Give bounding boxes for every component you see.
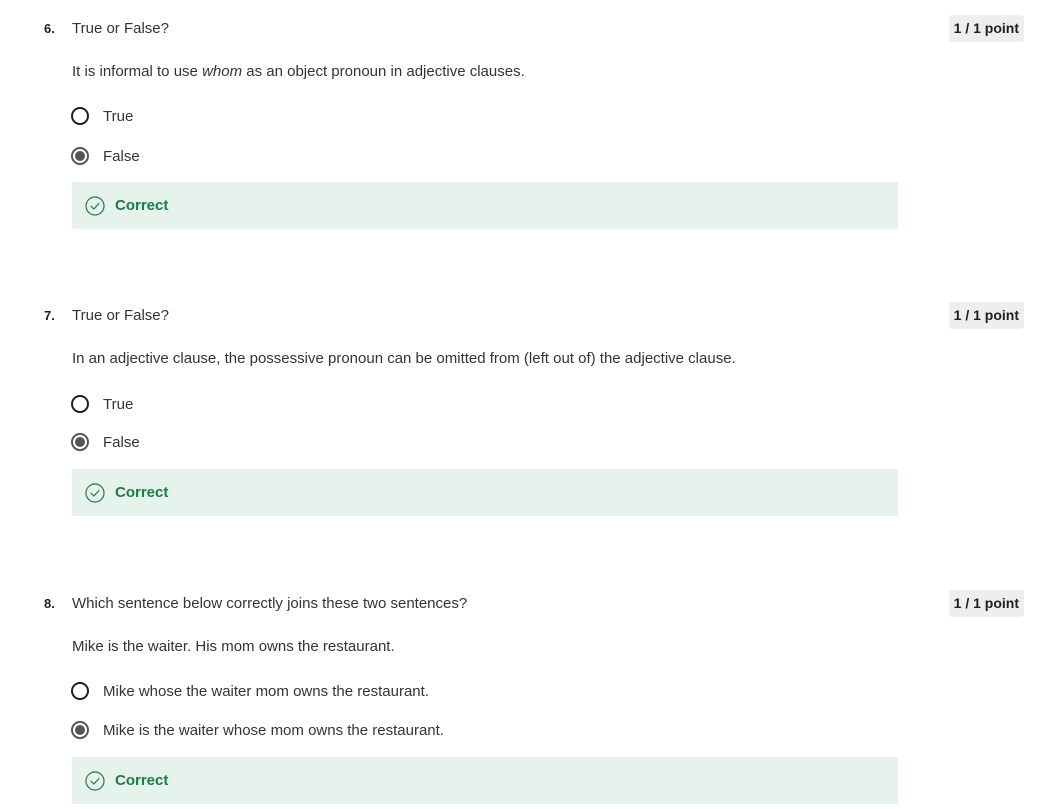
question-number: 8. xyxy=(44,596,55,611)
option-true[interactable]: True xyxy=(71,105,133,127)
quiz-results-page: 6. True or False? 1 / 1 point It is info… xyxy=(0,0,1054,809)
feedback-correct: Correct xyxy=(72,182,898,229)
check-circle-icon xyxy=(85,770,105,791)
question-prompt: Mike is the waiter. His mom owns the res… xyxy=(72,638,395,655)
radio-unchecked-icon[interactable] xyxy=(71,107,89,125)
option-label: False xyxy=(103,147,140,165)
option-label: True xyxy=(103,107,134,125)
question-number: 7. xyxy=(44,308,55,323)
feedback-correct: Correct xyxy=(72,469,898,516)
option-true[interactable]: True xyxy=(71,393,133,415)
radio-checked-icon[interactable] xyxy=(71,433,89,451)
points-badge: 1 / 1 point xyxy=(948,590,1024,617)
radio-unchecked-icon[interactable] xyxy=(71,682,89,700)
option-false[interactable]: False xyxy=(71,431,140,453)
option-label: Mike whose the waiter mom owns the resta… xyxy=(103,682,429,700)
feedback-text: Correct xyxy=(115,197,169,214)
prompt-text-before: It is informal to use xyxy=(72,63,203,80)
question-title: Which sentence below correctly joins the… xyxy=(72,595,468,612)
option-label: True xyxy=(103,395,134,413)
question-title: True or False? xyxy=(72,20,169,37)
feedback-text: Correct xyxy=(115,484,169,501)
check-circle-icon xyxy=(85,195,105,216)
question-number: 6. xyxy=(44,21,55,36)
option-false[interactable]: False xyxy=(71,145,140,167)
option-label: False xyxy=(103,433,140,451)
radio-unchecked-icon[interactable] xyxy=(71,395,89,413)
radio-checked-icon[interactable] xyxy=(71,147,89,165)
question-prompt: In an adjective clause, the possessive p… xyxy=(72,350,736,367)
option-b[interactable]: Mike is the waiter whose mom owns the re… xyxy=(71,719,444,741)
feedback-correct: Correct xyxy=(72,757,898,804)
points-badge: 1 / 1 point xyxy=(948,15,1024,42)
option-label: Mike is the waiter whose mom owns the re… xyxy=(103,721,444,739)
points-badge: 1 / 1 point xyxy=(948,302,1024,329)
question-title: True or False? xyxy=(72,307,169,324)
check-circle-icon xyxy=(85,482,105,503)
feedback-text: Correct xyxy=(115,772,169,789)
question-prompt: It is informal to use whom as an object … xyxy=(72,63,525,80)
option-a[interactable]: Mike whose the waiter mom owns the resta… xyxy=(71,680,429,702)
prompt-emphasis: whom xyxy=(202,63,243,80)
prompt-text-after: as an object pronoun in adjective clause… xyxy=(242,63,525,80)
radio-checked-icon[interactable] xyxy=(71,721,89,739)
